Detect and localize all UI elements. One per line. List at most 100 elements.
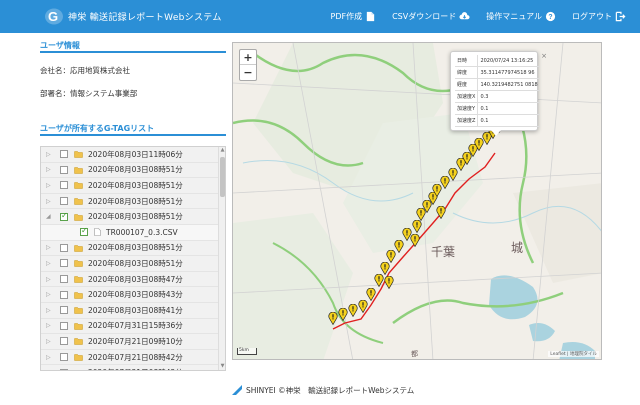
map-attribution[interactable]: Leaflet | 地理院タイル (548, 351, 599, 357)
popup-table: 日時 2020/07/24 13:16:25 緯度 35.311477974518 9… (455, 55, 540, 127)
collapsed-arrow-icon[interactable]: ▷ (46, 322, 54, 329)
popup-value: 0.3 (477, 90, 540, 103)
tree-folder-row[interactable]: ▷ 2020年08月03日08時51分 (41, 178, 225, 194)
map-marker-icon[interactable] (338, 308, 348, 321)
scroll-up-icon[interactable]: ▲ (219, 147, 225, 154)
collapsed-arrow-icon[interactable]: ▷ (46, 338, 54, 345)
tree-row-label: 2020年08月03日08時51分 (88, 243, 183, 253)
zoom-out-button[interactable]: − (240, 65, 256, 80)
tree-folder-row[interactable]: ▷ 2020年08月03日08時43分 (41, 287, 225, 303)
row-checkbox[interactable] (60, 243, 68, 252)
app-title: 神栄 輸送記録レポートWebシステム (68, 13, 222, 23)
place-label-jo: 城 (511, 241, 524, 255)
tree-folder-row[interactable]: ▷ 2020年07月21日08時42分 (41, 349, 225, 366)
scroll-thumb[interactable] (220, 157, 225, 197)
map-marker-icon[interactable] (412, 220, 422, 233)
row-checkbox[interactable] (60, 275, 68, 284)
row-checkbox[interactable] (60, 337, 68, 346)
popup-row: 加速度X 0.3 (455, 90, 540, 103)
close-icon[interactable]: × (541, 52, 547, 60)
collapsed-arrow-icon[interactable]: ▷ (46, 260, 54, 267)
map-marker-icon[interactable] (410, 234, 420, 247)
tree-folder-row[interactable]: ▷ 2020年08月03日08時51分 (41, 162, 225, 179)
scroll-down-icon[interactable]: ▼ (219, 363, 225, 370)
map-marker-icon[interactable] (366, 288, 376, 301)
popup-value: 0.1 (477, 102, 540, 115)
popup-key: 経度 (455, 78, 479, 91)
row-checkbox[interactable] (60, 353, 68, 362)
collapsed-arrow-icon[interactable]: ▷ (46, 369, 54, 370)
pdf-create-button[interactable]: PDF作成 (331, 11, 377, 22)
map-marker-icon[interactable] (394, 240, 404, 253)
tree-folder-row[interactable]: ▷ 2020年08月03日08時41分 (41, 302, 225, 319)
shinyei-logo-icon (232, 385, 242, 395)
pdf-icon (366, 11, 375, 22)
tree-row-label: TR000107_0.3.CSV (106, 227, 178, 237)
folder-icon (74, 338, 83, 346)
collapsed-arrow-icon[interactable]: ▷ (46, 182, 54, 189)
popup-row: 経度 140.3219482751 0818 (455, 78, 540, 91)
row-checkbox[interactable] (60, 259, 68, 268)
tree-folder-row[interactable]: ▷ 2020年08月03日08時51分 (41, 193, 225, 210)
map-marker-icon[interactable] (328, 312, 338, 325)
tree-folder-row[interactable]: ◢ 2020年08月03日08時51分 (41, 209, 225, 225)
company-name: 会社名：応用地質株式会社 (40, 66, 130, 75)
row-checkbox[interactable] (60, 321, 68, 330)
row-checkbox[interactable] (60, 197, 68, 206)
collapsed-arrow-icon[interactable]: ▷ (46, 291, 54, 298)
map-marker-icon[interactable] (348, 304, 358, 317)
map-marker-icon[interactable] (384, 276, 394, 289)
row-checkbox[interactable] (60, 306, 68, 315)
popup-key: 加速度Z (455, 114, 479, 127)
collapsed-arrow-icon[interactable]: ▷ (46, 166, 54, 173)
row-checkbox[interactable] (60, 290, 68, 299)
map-tiles[interactable] (233, 43, 602, 360)
row-checkbox[interactable] (60, 150, 68, 159)
tag-tree[interactable]: ▷ 2020年08月03日11時06分 ▷ 2020年08月03日08時51分 ▷ 202… (40, 146, 226, 371)
popup-key: 加速度X (455, 90, 479, 103)
manual-button[interactable]: 操作マニュアル ? (486, 11, 556, 22)
popup-value: 35.311477974518 96 (477, 66, 540, 79)
map-marker-icon[interactable] (358, 300, 368, 313)
folder-icon (74, 323, 83, 330)
tree-folder-row[interactable]: ▷ 2020年07月31日15時36分 (41, 318, 225, 335)
tree-folder-row[interactable]: ▷ 2020年08月03日08時51分 (41, 256, 225, 272)
collapsed-arrow-icon[interactable]: ▷ (46, 244, 54, 251)
row-checkbox[interactable] (60, 181, 68, 190)
expanded-arrow-icon[interactable]: ◢ (46, 213, 54, 220)
department-name: 部署名：情報システム事業部 (40, 89, 138, 98)
csv-download-button[interactable]: CSVダウンロード (392, 11, 470, 22)
map-view[interactable]: 千葉 城 都 + − × 日時 2020/07/24 13:16:25 緯度 35.3… (232, 42, 602, 360)
folder-icon (74, 182, 83, 190)
row-checkbox[interactable] (60, 165, 68, 174)
map-marker-icon[interactable] (436, 206, 446, 219)
tree-row-label: 2020年08月03日08時51分 (88, 196, 183, 206)
collapsed-arrow-icon[interactable]: ▷ (46, 307, 54, 314)
tree-folder-row[interactable]: ▷ 2020年08月03日08時47分 (41, 271, 225, 288)
collapsed-arrow-icon[interactable]: ▷ (46, 151, 54, 158)
tree-folder-row[interactable]: ▷ 2020年07月21日08時42分 (41, 365, 225, 370)
map-marker-icon[interactable] (374, 274, 384, 287)
folder-icon (74, 291, 83, 299)
popup-key: 日時 (455, 55, 479, 67)
tree-folder-row[interactable]: ▷ 2020年07月21日09時10分 (41, 334, 225, 350)
tag-list-title: ユーザが所有するG-TAGリスト (40, 123, 226, 136)
place-label-to: 都 (411, 350, 418, 358)
tree-folder-row[interactable]: ▷ 2020年08月03日08時51分 (41, 240, 225, 257)
row-checkbox[interactable] (60, 368, 68, 370)
footer: SHINYEI ©神栄 輸送記録レポートWebシステム (232, 384, 414, 396)
tree-scrollbar[interactable]: ▲ ▼ (218, 147, 225, 370)
tree-folder-row[interactable]: ▷ 2020年08月03日11時06分 (41, 147, 225, 163)
zoom-in-button[interactable]: + (240, 50, 256, 65)
row-checkbox[interactable] (60, 211, 68, 221)
zoom-control: + − (239, 49, 257, 81)
map-marker-icon[interactable] (380, 262, 390, 275)
collapsed-arrow-icon[interactable]: ▷ (46, 354, 54, 361)
row-checkbox[interactable] (80, 226, 88, 237)
tree-row-label: 2020年07月21日08時42分 (88, 352, 183, 362)
tree-row-label: 2020年08月03日08時51分 (88, 258, 183, 268)
logout-button[interactable]: ログアウト (572, 11, 626, 22)
collapsed-arrow-icon[interactable]: ▷ (46, 198, 54, 205)
tree-file-row[interactable]: TR000107_0.3.CSV (41, 224, 225, 241)
collapsed-arrow-icon[interactable]: ▷ (46, 276, 54, 283)
